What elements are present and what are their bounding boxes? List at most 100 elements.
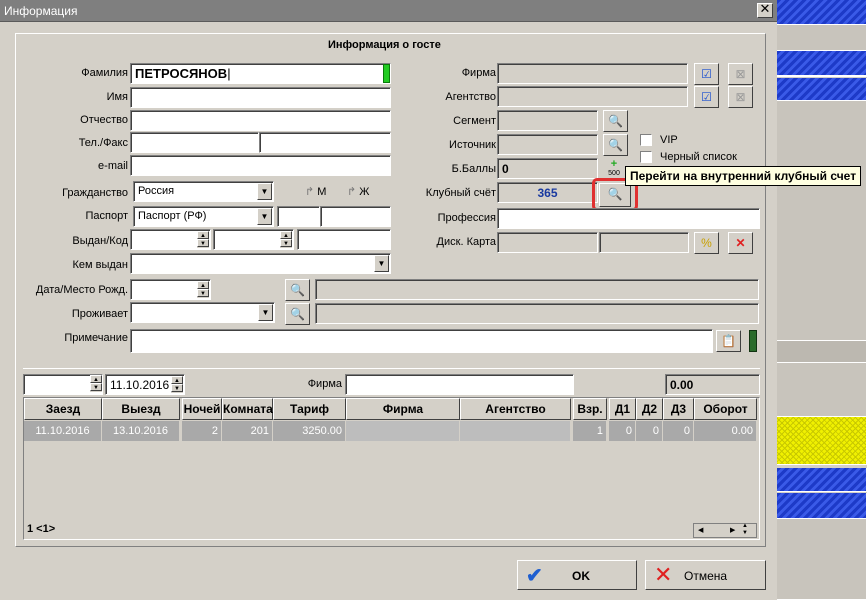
discount-icon: %: [701, 236, 712, 250]
table-cell[interactable]: [346, 421, 460, 441]
birth-place-lookup-button[interactable]: 🔍: [285, 279, 310, 301]
table-cell[interactable]: 3250.00: [273, 421, 346, 441]
close-button[interactable]: ✕: [757, 3, 773, 18]
column-header[interactable]: Д1: [609, 398, 636, 420]
residence-select[interactable]: ▼: [130, 302, 275, 323]
passport-type-value: Паспорт (РФ): [138, 210, 207, 222]
residence-lookup-button[interactable]: 🔍: [285, 303, 310, 325]
sex-female-option[interactable]: ↱ Ж: [347, 185, 369, 198]
ok-button[interactable]: ✔ OK: [517, 560, 637, 590]
add-points-button[interactable]: +500: [603, 158, 625, 180]
sex-male-label: М: [317, 186, 327, 198]
code-spinner[interactable]: ▲ ▼: [280, 231, 292, 248]
vip-checkbox[interactable]: [640, 134, 652, 146]
table-cell[interactable]: 11.10.2016: [24, 421, 102, 441]
stays-firm-input[interactable]: [345, 374, 574, 395]
table-cell[interactable]: 0.00: [694, 421, 757, 441]
column-header[interactable]: Оборот: [694, 398, 757, 420]
spinner-icon[interactable]: ▲ ▼: [742, 523, 748, 537]
fax-input[interactable]: [259, 132, 391, 153]
note-label: Примечание: [64, 332, 128, 344]
date-spinner[interactable]: ▲ ▼: [197, 231, 209, 248]
date-from-spinner[interactable]: ▲ ▼: [90, 375, 102, 394]
column-header[interactable]: Ночей: [182, 398, 222, 420]
issued-code-input[interactable]: ▲ ▼: [213, 229, 294, 250]
issued-date-input[interactable]: ▲ ▼: [130, 229, 211, 250]
agency-select-button[interactable]: ☑: [694, 86, 719, 108]
table-cell[interactable]: 1: [573, 421, 607, 441]
sex-male-option[interactable]: ↱ М: [305, 185, 326, 198]
chevron-down-icon[interactable]: ▼: [374, 255, 389, 272]
table-cell[interactable]: [460, 421, 571, 441]
column-header[interactable]: Комната: [222, 398, 273, 420]
source-lookup-button[interactable]: 🔍: [603, 134, 628, 156]
table-cell[interactable]: 201: [222, 421, 273, 441]
disc-card-clear-button[interactable]: ✕: [728, 232, 753, 254]
plus-icon: +: [610, 158, 618, 170]
empty-cell: [777, 341, 867, 363]
clear-icon: ⊠: [735, 90, 746, 104]
booking-cell: [777, 51, 867, 76]
column-header[interactable]: Агентство: [460, 398, 571, 420]
table-cell[interactable]: 0: [636, 421, 663, 441]
booking-cell: [777, 0, 867, 25]
firm-select-button[interactable]: ☑: [694, 63, 719, 85]
profession-input[interactable]: [497, 208, 760, 229]
firm-clear-button[interactable]: ⊠: [728, 63, 753, 85]
clear-icon: ⊠: [735, 67, 746, 81]
column-header[interactable]: Выезд: [102, 398, 180, 420]
name-label: Имя: [106, 91, 128, 103]
issued-extra-input[interactable]: [297, 229, 391, 250]
citizenship-select[interactable]: Россия ▼: [133, 181, 274, 202]
column-header[interactable]: Тариф: [273, 398, 346, 420]
chevron-left-icon[interactable]: ◀: [698, 526, 703, 534]
table-cell[interactable]: 0: [609, 421, 636, 441]
cancel-button[interactable]: ✕ Отмена: [645, 560, 766, 590]
phone-input[interactable]: [130, 132, 259, 153]
booking-cell: [777, 468, 867, 492]
patronymic-input[interactable]: [130, 110, 391, 131]
table-cell[interactable]: 0: [663, 421, 694, 441]
column-header[interactable]: Взр.: [573, 398, 607, 420]
date-to-spinner[interactable]: ▲ ▼: [171, 376, 183, 393]
column-header[interactable]: Фирма: [346, 398, 460, 420]
note-copy-button[interactable]: 📋: [716, 330, 741, 352]
surname-input[interactable]: ПЕТРОСЯНОВ|: [130, 63, 391, 84]
table-cell[interactable]: 2: [182, 421, 222, 441]
agency-field: [497, 86, 688, 107]
chevron-down-icon[interactable]: ▼: [257, 208, 272, 225]
email-input[interactable]: [130, 155, 391, 176]
birth-date-input[interactable]: ▲ ▼: [130, 279, 211, 300]
firm-field: [497, 63, 688, 84]
chevron-down-icon[interactable]: ▼: [257, 183, 272, 200]
lookup-icon: 🔍: [608, 114, 623, 128]
form-title: Информация о госте: [328, 39, 441, 51]
birth-place-field: [315, 279, 759, 300]
blacklist-checkbox[interactable]: [640, 151, 652, 163]
disc-card-value: [599, 232, 689, 253]
column-header[interactable]: Заезд: [24, 398, 102, 420]
segment-lookup-button[interactable]: 🔍: [603, 110, 628, 132]
passport-series-input[interactable]: [277, 206, 320, 227]
disc-card-field: [497, 232, 598, 253]
blacklist-label: Черный список: [660, 151, 737, 163]
checklist-icon: ☑: [701, 67, 712, 81]
column-header[interactable]: Д3: [663, 398, 694, 420]
name-input[interactable]: [130, 87, 391, 108]
passport-type-select[interactable]: Паспорт (РФ) ▼: [133, 206, 274, 227]
empty-cell: [777, 101, 867, 341]
chevron-down-icon[interactable]: ▼: [258, 304, 273, 321]
passport-number-input[interactable]: [320, 206, 391, 227]
agency-clear-button[interactable]: ⊠: [728, 86, 753, 108]
disc-card-button[interactable]: %: [694, 232, 719, 254]
table-cell[interactable]: 13.10.2016: [102, 421, 180, 441]
lookup-icon: 🔍: [608, 138, 623, 152]
chevron-right-icon[interactable]: ▶: [730, 526, 735, 534]
column-header[interactable]: Д2: [636, 398, 663, 420]
note-input[interactable]: [130, 329, 713, 353]
horizontal-scrollbar[interactable]: ◀ ▶ ▲ ▼: [693, 523, 757, 538]
birth-date-spinner[interactable]: ▲ ▼: [197, 281, 209, 298]
issued-by-select[interactable]: ▼: [130, 253, 391, 274]
empty-cell: [777, 25, 867, 51]
stays-date-to[interactable]: 11.10.2016 ▲ ▼: [105, 374, 185, 395]
